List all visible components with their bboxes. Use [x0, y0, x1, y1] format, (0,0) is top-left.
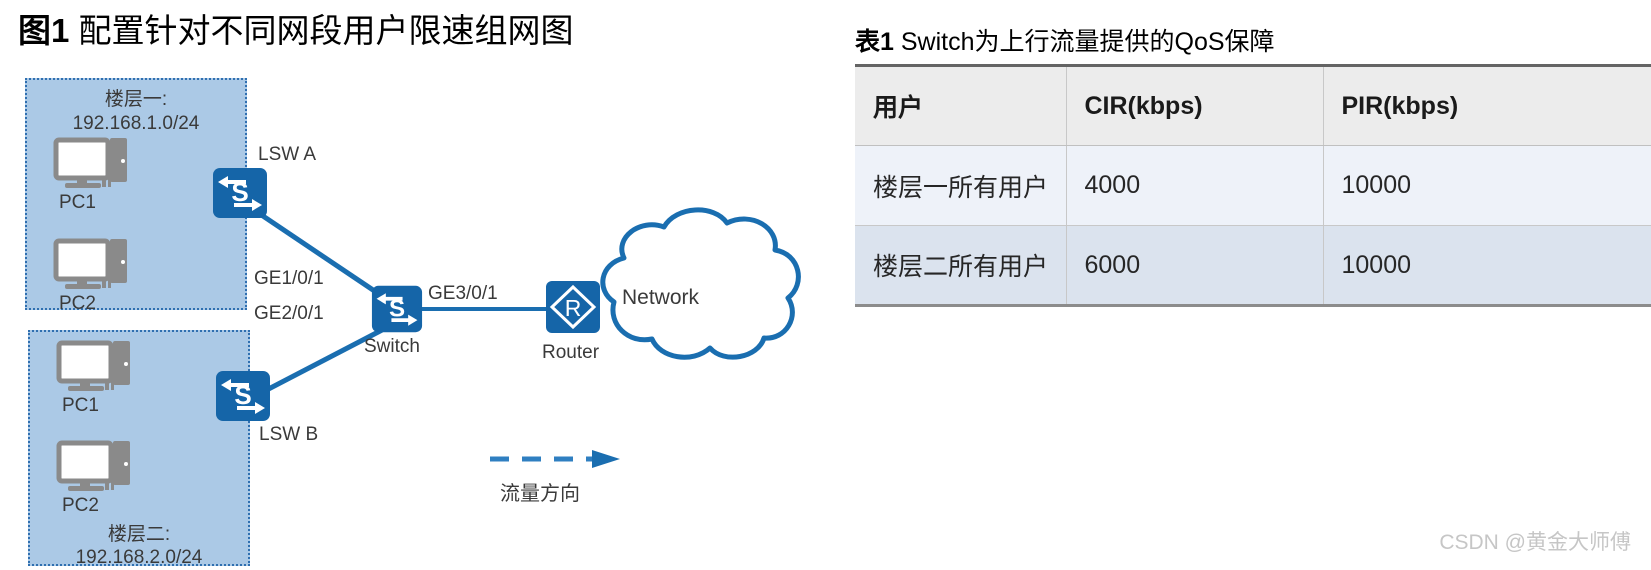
- cell-pir: 10000: [1323, 146, 1651, 226]
- floor-1-subnet: 192.168.1.0/24: [27, 112, 245, 136]
- figure-caption-number: 图1: [18, 12, 69, 49]
- table-caption: 表1 Switch为上行流量提供的QoS保障: [855, 22, 1275, 58]
- network-diagram: 楼层一: 192.168.1.0/24 楼层二: 192.168.2.0/24: [0, 62, 840, 566]
- pc-node-floor2-pc2: PC2: [56, 440, 134, 517]
- table-caption-text: Switch为上行流量提供的QoS保障: [901, 28, 1275, 56]
- router-icon: R: [545, 280, 601, 334]
- figure-caption: 图1 配置针对不同网段用户限速组网图: [18, 12, 574, 50]
- network-cloud-icon: [603, 210, 799, 357]
- computer-icon: [53, 137, 131, 191]
- pc-label: PC1: [53, 192, 131, 214]
- svg-text:S: S: [234, 380, 251, 410]
- legend-flow-arrow-icon: [490, 450, 620, 468]
- switch-label-core: Switch: [364, 336, 420, 358]
- network-cloud-label: Network: [622, 286, 699, 310]
- watermark: CSDN @黄金大师傅: [1439, 526, 1631, 556]
- switch-icon: S: [371, 284, 423, 334]
- computer-icon: [53, 238, 131, 292]
- cell-user: 楼层二所有用户: [855, 226, 1066, 306]
- router-node: R: [545, 280, 601, 339]
- cell-cir: 6000: [1066, 226, 1323, 306]
- figure-caption-text: 配置针对不同网段用户限速组网图: [79, 12, 574, 49]
- floor-1-label: 楼层一: 192.168.1.0/24: [27, 88, 245, 136]
- pc-label: PC2: [56, 495, 134, 517]
- floor-2-name: 楼层二:: [30, 523, 248, 547]
- computer-icon: [56, 440, 134, 494]
- figure-panel: 图1 配置针对不同网段用户限速组网图: [0, 0, 840, 566]
- column-header-user: 用户: [855, 66, 1066, 146]
- switch-node-lsw-b: S: [215, 370, 271, 427]
- table-row: 楼层一所有用户 4000 10000: [855, 146, 1651, 226]
- port-label-ge1: GE1/0/1: [254, 268, 324, 290]
- table-row: 楼层二所有用户 6000 10000: [855, 226, 1651, 306]
- column-header-pir: PIR(kbps): [1323, 66, 1651, 146]
- table-panel: 表1 Switch为上行流量提供的QoS保障 用户 CIR(kbps) PIR(…: [855, 0, 1651, 566]
- pc-node-floor1-pc2: PC2: [53, 238, 131, 315]
- column-header-cir: CIR(kbps): [1066, 66, 1323, 146]
- floor-1-name: 楼层一:: [27, 88, 245, 112]
- switch-icon: S: [215, 370, 271, 422]
- cell-user: 楼层一所有用户: [855, 146, 1066, 226]
- port-label-ge3: GE3/0/1: [428, 283, 498, 305]
- cell-cir: 4000: [1066, 146, 1323, 226]
- qos-table: 用户 CIR(kbps) PIR(kbps) 楼层一所有用户 4000 1000…: [855, 64, 1651, 307]
- legend-label: 流量方向: [500, 477, 580, 506]
- svg-text:S: S: [231, 177, 248, 207]
- router-label: Router: [542, 342, 599, 364]
- switch-node-lsw-a: S: [212, 167, 268, 224]
- svg-text:R: R: [565, 295, 582, 321]
- computer-icon: [56, 340, 134, 394]
- table-caption-number: 表1: [855, 28, 894, 56]
- pc-label: PC2: [53, 293, 131, 315]
- port-label-ge2: GE2/0/1: [254, 303, 324, 325]
- cell-pir: 10000: [1323, 226, 1651, 306]
- pc-node-floor2-pc1: PC1: [56, 340, 134, 417]
- switch-label-lsw-a: LSW A: [258, 144, 316, 166]
- pc-node-floor1-pc1: PC1: [53, 137, 131, 214]
- floor-2-subnet: 192.168.2.0/24: [30, 546, 248, 570]
- pc-label: PC1: [56, 395, 134, 417]
- switch-label-lsw-b: LSW B: [259, 424, 318, 446]
- floor-2-label: 楼层二: 192.168.2.0/24: [30, 523, 248, 570]
- switch-node-core: S: [371, 284, 423, 339]
- switch-icon: S: [212, 167, 268, 219]
- table-header-row: 用户 CIR(kbps) PIR(kbps): [855, 66, 1651, 146]
- svg-text:S: S: [389, 295, 405, 322]
